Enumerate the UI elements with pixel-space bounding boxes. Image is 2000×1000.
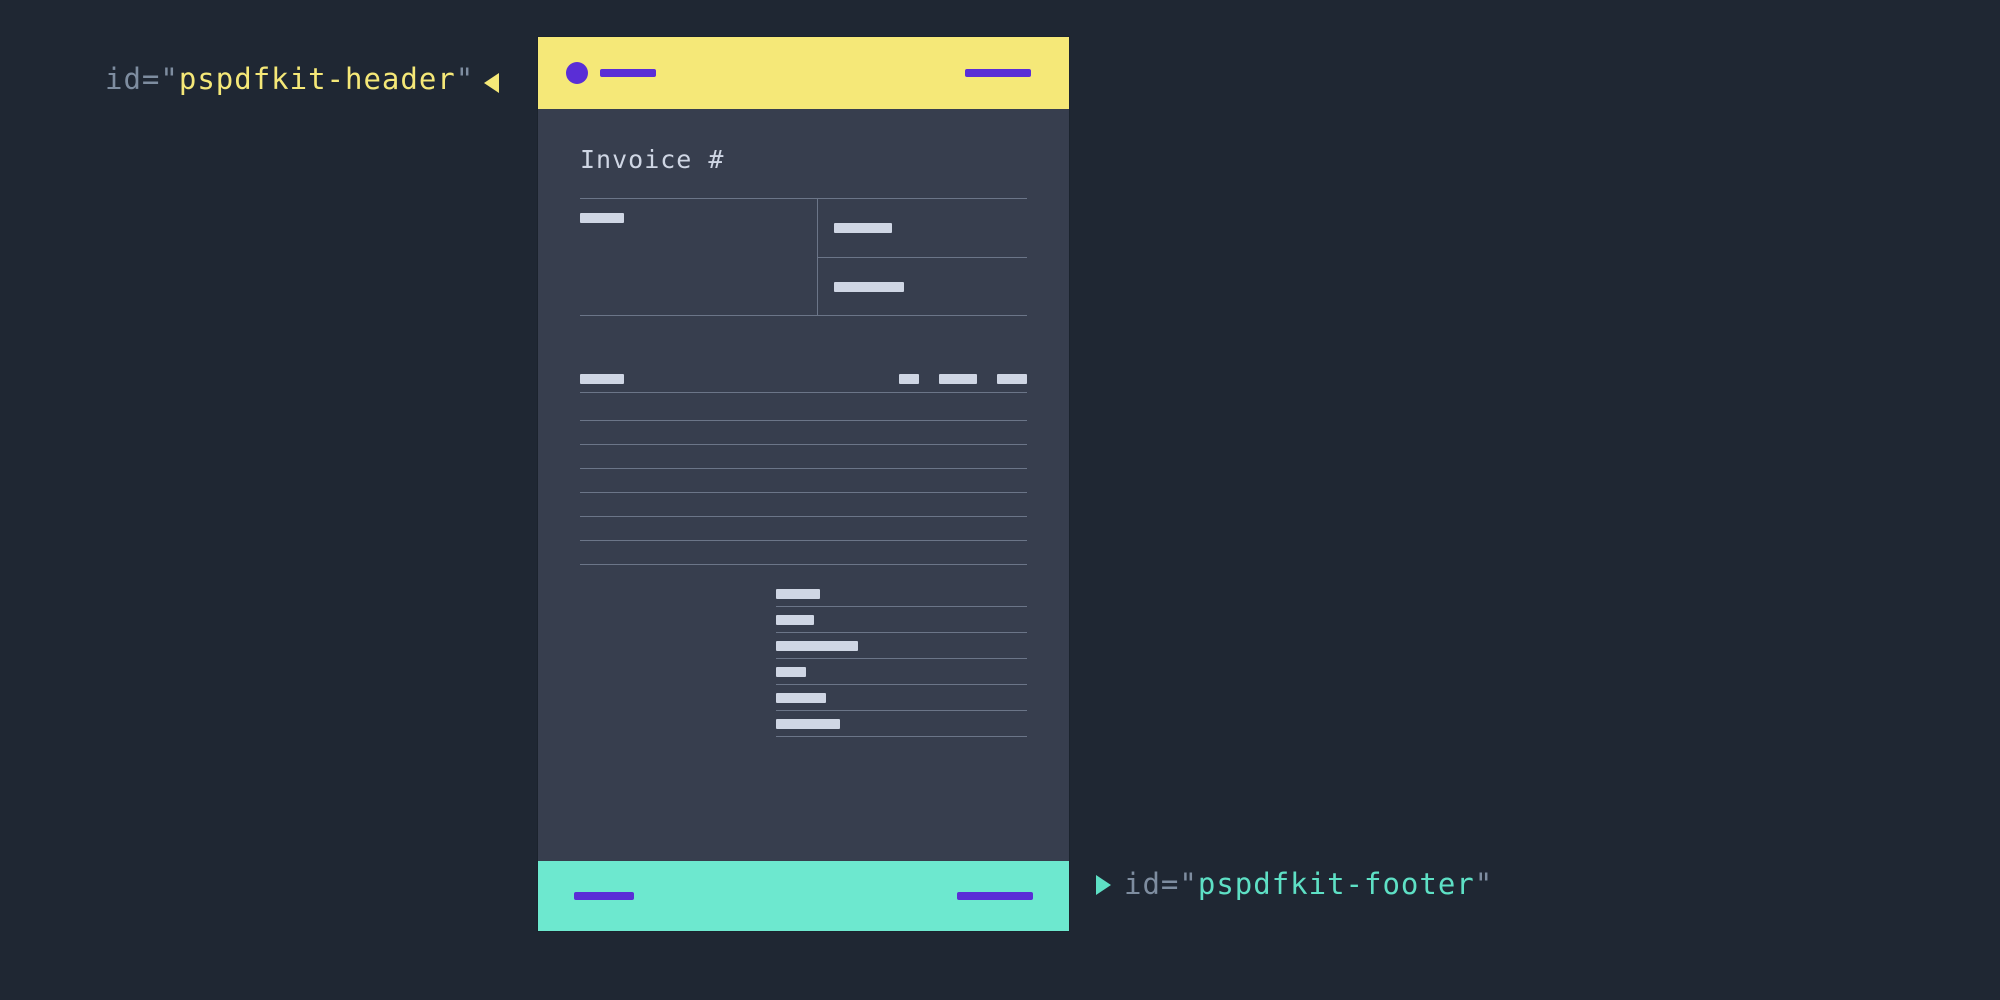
table-row (580, 541, 1027, 565)
totals-row (776, 581, 1027, 607)
text-placeholder (776, 667, 806, 677)
header-left-group (566, 62, 656, 84)
table-row (580, 517, 1027, 541)
code-attr: id (105, 62, 142, 96)
code-eq: = (142, 62, 160, 96)
info-right-column (817, 199, 1027, 315)
totals-row (776, 711, 1027, 737)
header-text-placeholder (600, 69, 656, 77)
header-text-placeholder (965, 69, 1031, 77)
table-row (580, 469, 1027, 493)
footer-id-annotation: id="pspdfkit-footer" (1124, 867, 1493, 901)
logo-dot-icon (566, 62, 588, 84)
text-placeholder (776, 719, 840, 729)
code-eq: = (1161, 867, 1179, 901)
totals-row (776, 633, 1027, 659)
text-placeholder (834, 282, 904, 292)
arrow-left-icon (484, 73, 499, 93)
text-placeholder (776, 615, 814, 625)
column-header-placeholder (997, 374, 1027, 384)
table-row (580, 397, 1027, 421)
text-placeholder (834, 223, 892, 233)
column-header-placeholder (899, 374, 919, 384)
column-header-placeholder (580, 374, 624, 384)
code-attr: id (1124, 867, 1161, 901)
arrow-right-icon (1096, 875, 1111, 895)
info-cell (818, 199, 1027, 257)
invoice-title: Invoice # (580, 145, 1027, 174)
totals-row (776, 659, 1027, 685)
column-header-placeholder (939, 374, 977, 384)
code-quote: " (160, 62, 178, 96)
totals-row (776, 685, 1027, 711)
text-placeholder (776, 589, 820, 599)
code-quote: " (1179, 867, 1197, 901)
text-placeholder (776, 641, 858, 651)
table-row (580, 421, 1027, 445)
document-page: Invoice # (538, 37, 1069, 931)
footer-text-placeholder (957, 892, 1033, 900)
text-placeholder (776, 693, 826, 703)
code-quote: " (1475, 867, 1493, 901)
code-string-footer: pspdfkit-footer (1198, 867, 1475, 901)
document-footer-region (538, 861, 1069, 931)
footer-text-placeholder (574, 892, 634, 900)
items-table-rows (580, 393, 1027, 565)
totals-row (776, 607, 1027, 633)
text-placeholder (580, 213, 624, 223)
items-table-header (580, 374, 1027, 393)
header-id-annotation: id="pspdfkit-header" (105, 62, 474, 96)
document-body: Invoice # (538, 109, 1069, 737)
invoice-info-block (580, 198, 1027, 316)
code-quote: " (456, 62, 474, 96)
info-cell (818, 257, 1027, 315)
totals-block (776, 581, 1027, 737)
table-row (580, 493, 1027, 517)
document-header-region (538, 37, 1069, 109)
table-row (580, 445, 1027, 469)
code-string-header: pspdfkit-header (179, 62, 456, 96)
info-left-cell (580, 199, 817, 315)
